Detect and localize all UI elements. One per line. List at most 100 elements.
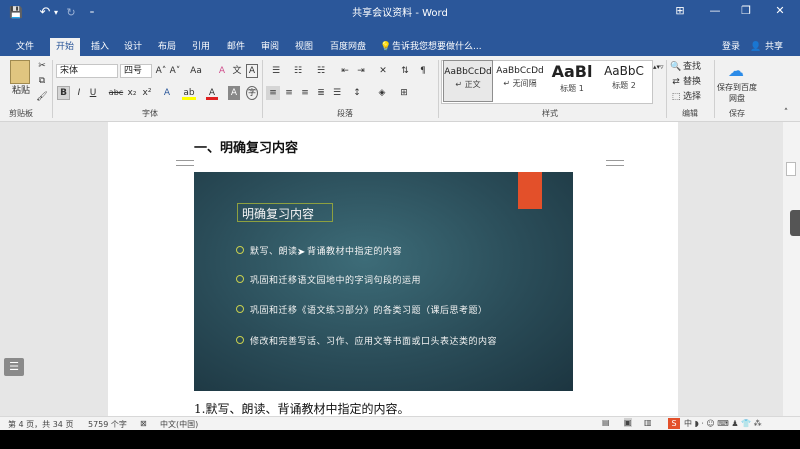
align-center-icon[interactable]: ≡: [282, 86, 296, 100]
select-button[interactable]: 选择: [683, 90, 703, 104]
line-spacing-icon[interactable]: ↕: [348, 86, 366, 100]
ribbon-display-options-icon[interactable]: ⊞: [668, 2, 692, 20]
style-normal[interactable]: AaBbCcDd ↵ 正文: [443, 60, 493, 102]
web-layout-icon[interactable]: ▥: [644, 418, 652, 427]
slide-bullet: 修改和完善写话、习作、应用文等书面或口头表达类的内容: [250, 337, 498, 347]
styles-scroll-icon[interactable]: ▴▾▿: [652, 60, 664, 102]
tab-references[interactable]: 引用: [186, 38, 216, 56]
borders-icon[interactable]: ⊞: [396, 86, 412, 100]
collapse-ribbon-icon[interactable]: ˄: [780, 106, 792, 120]
sogou-ime-icon[interactable]: S: [668, 418, 680, 429]
highlight-icon[interactable]: ab: [182, 86, 196, 100]
tab-insert[interactable]: 插入: [85, 38, 115, 56]
save-to-baidu-button[interactable]: 保存到百度网盘: [716, 82, 758, 106]
slide-title: 明确复习内容: [242, 207, 315, 221]
status-bar: 第 4 页，共 34 页 5759 个字 ⊠ 中文(中国) ▤ ▣ ▥ S 中 …: [0, 416, 800, 430]
distributed-icon[interactable]: ☰: [330, 86, 344, 100]
show-marks-icon[interactable]: ¶: [416, 64, 430, 78]
font-color-icon[interactable]: A: [206, 86, 218, 100]
replace-button[interactable]: 替换: [683, 75, 703, 89]
tab-view[interactable]: 视图: [289, 38, 319, 56]
read-mode-icon[interactable]: ▤: [602, 418, 610, 427]
navigation-pane-icon[interactable]: ☰: [4, 358, 24, 376]
text-effects-icon[interactable]: A: [160, 86, 174, 100]
tab-file[interactable]: 文件: [10, 38, 40, 56]
find-button[interactable]: 查找: [683, 60, 703, 74]
tell-me-search[interactable]: 告诉我您想要做什么...: [392, 38, 492, 56]
font-size-combo[interactable]: 四号: [120, 64, 152, 78]
paste-icon[interactable]: [10, 60, 30, 84]
shading-icon[interactable]: ◈: [374, 86, 390, 100]
vertical-scrollbar[interactable]: [783, 122, 800, 416]
minimize-button[interactable]: —: [703, 2, 727, 20]
page-count[interactable]: 第 4 页，共 34 页: [8, 419, 73, 430]
format-painter-icon[interactable]: 🖌: [36, 90, 48, 104]
slide-bullet: 巩固和迁移《语文练习部分》的各类习题（课后思考题）: [250, 306, 488, 316]
increase-indent-icon[interactable]: ⇥: [354, 64, 368, 78]
tab-home[interactable]: 开始: [50, 38, 80, 56]
copy-icon[interactable]: ⧉: [36, 74, 48, 88]
proofing-icon[interactable]: ⊠: [140, 419, 147, 428]
align-left-icon[interactable]: ≡: [266, 86, 280, 100]
close-button[interactable]: ✕: [768, 2, 792, 20]
bullet-icon: [236, 275, 244, 283]
word-count[interactable]: 5759 个字: [88, 419, 127, 430]
style-heading-2[interactable]: AaBbC 标题 2: [599, 60, 649, 102]
login-link[interactable]: 登录: [718, 38, 744, 56]
separator: [52, 60, 53, 118]
style-sample: AaBbCcDd: [496, 66, 544, 76]
style-name: 标题 2: [612, 81, 636, 90]
subscript-button[interactable]: x₂: [125, 86, 139, 100]
char-border-button[interactable]: A: [246, 64, 258, 78]
margin-mark-left: [176, 160, 194, 166]
phonetic-guide-button[interactable]: 文: [231, 64, 243, 78]
bullet-icon: [236, 246, 244, 254]
clear-format-button[interactable]: A: [216, 64, 228, 78]
grow-font-button[interactable]: A˄: [155, 64, 167, 78]
title-bar: 💾 ↶ ▾ ↻ ₌ 共享会议资料 - Word ⊞ — ❐ ✕: [0, 0, 800, 38]
tab-layout[interactable]: 布局: [152, 38, 182, 56]
tab-baidu-netdisk[interactable]: 百度网盘: [325, 38, 371, 56]
style-no-spacing[interactable]: AaBbCcDd ↵ 无间隔: [495, 60, 545, 102]
bold-button[interactable]: B: [57, 86, 70, 100]
clipboard-group-label: 剪贴板: [9, 109, 33, 118]
sort-icon[interactable]: ⇅: [398, 64, 412, 78]
baidu-netdisk-icon[interactable]: ☁: [726, 62, 746, 80]
side-panel-handle[interactable]: [790, 210, 800, 236]
align-right-icon[interactable]: ≡: [298, 86, 312, 100]
italic-button[interactable]: I: [74, 86, 84, 100]
change-case-button[interactable]: Aa: [188, 64, 204, 78]
style-heading-1[interactable]: AaBl 标题 1: [547, 60, 597, 102]
restore-button[interactable]: ❐: [734, 2, 758, 20]
superscript-button[interactable]: x²: [140, 86, 154, 100]
numbering-icon[interactable]: ☷: [288, 64, 308, 78]
tab-review[interactable]: 审阅: [255, 38, 285, 56]
paragraph-group-label: 段落: [337, 109, 353, 118]
chinese-layout-icon[interactable]: ✕: [374, 64, 392, 78]
multilevel-list-icon[interactable]: ☵: [311, 64, 331, 78]
strikethrough-button[interactable]: abc: [108, 86, 124, 100]
underline-button[interactable]: U: [88, 86, 98, 100]
lightbulb-icon: 💡: [380, 42, 392, 52]
save-group-label: 保存: [729, 109, 745, 118]
tab-design[interactable]: 设计: [118, 38, 148, 56]
tab-mailings[interactable]: 邮件: [221, 38, 251, 56]
language-indicator[interactable]: 中文(中国): [160, 419, 198, 430]
print-layout-icon[interactable]: ▣: [624, 418, 632, 427]
bullets-icon[interactable]: ☰: [266, 64, 286, 78]
share-button[interactable]: 共享: [762, 38, 786, 56]
ime-toolbar-icons[interactable]: 中 ◗ ⋅ ☺ ⌨ ♟ 👕 ⁂: [684, 418, 762, 429]
style-sample: AaBbC: [604, 64, 644, 78]
mouse-cursor-icon: ➤: [297, 247, 306, 258]
justify-icon[interactable]: ≣: [314, 86, 328, 100]
char-shading-icon[interactable]: A: [228, 86, 240, 100]
font-name-combo[interactable]: 宋体: [56, 64, 118, 78]
shrink-font-button[interactable]: A˅: [169, 64, 181, 78]
slide-bullet: 巩固和迁移语文园地中的字词句段的运用: [250, 276, 422, 286]
scroll-thumb[interactable]: [786, 162, 796, 176]
cut-icon[interactable]: ✂: [36, 59, 48, 73]
ribbon-tabs: 文件 开始 插入 设计 布局 引用 邮件 审阅 视图 百度网盘 💡 告诉我您想要…: [0, 38, 800, 56]
decrease-indent-icon[interactable]: ⇤: [338, 64, 352, 78]
paste-button[interactable]: 粘贴: [10, 84, 32, 98]
enclose-char-icon[interactable]: 字: [246, 86, 258, 100]
